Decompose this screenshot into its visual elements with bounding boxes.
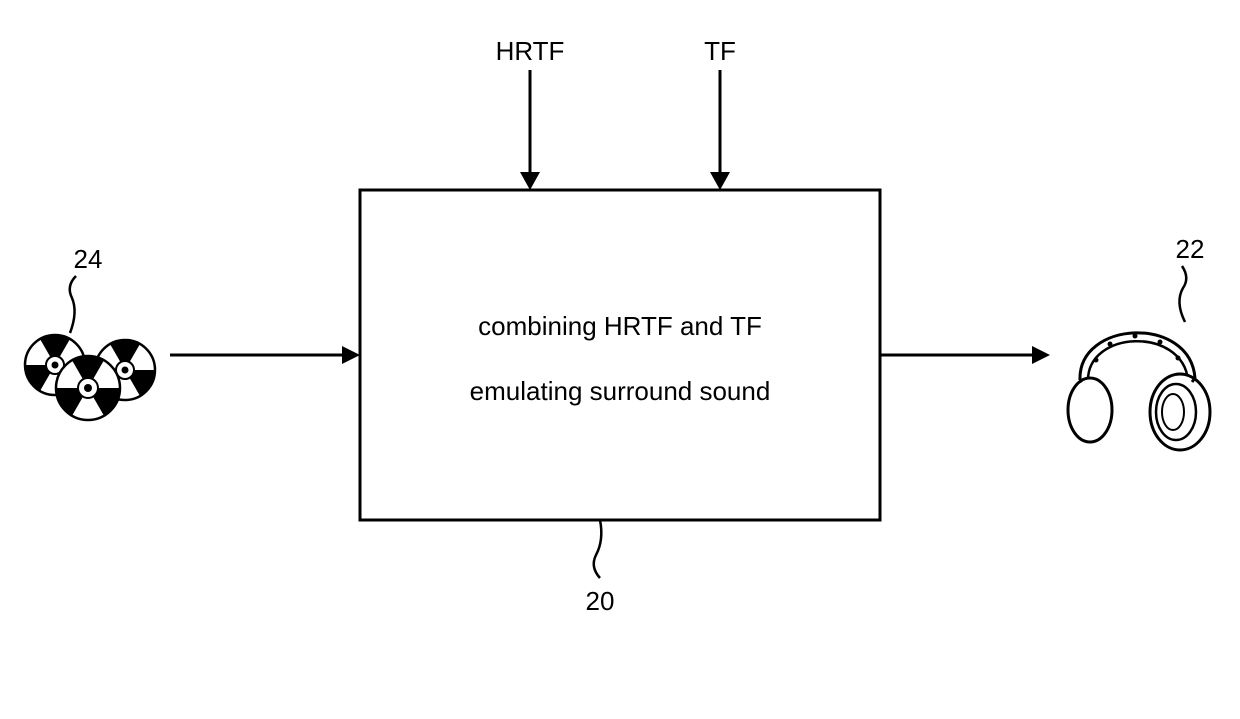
arrow-source-to-box xyxy=(170,346,360,364)
ref-box-label: 20 xyxy=(586,586,615,616)
box-text-line2: emulating surround sound xyxy=(470,376,771,406)
processing-block: combining HRTF and TF emulating surround… xyxy=(360,190,880,520)
input-hrtf: HRTF xyxy=(496,36,565,190)
ref-box: 20 xyxy=(586,520,615,616)
headphones-icon xyxy=(1068,333,1210,450)
hrtf-label: HRTF xyxy=(496,36,565,66)
tf-label: TF xyxy=(704,36,736,66)
arrow-box-to-headphones xyxy=(880,346,1050,364)
diagram-canvas: combining HRTF and TF emulating surround… xyxy=(0,0,1240,719)
ref-source-label: 24 xyxy=(74,244,103,274)
audio-source-icon xyxy=(25,335,155,420)
box-text-line1: combining HRTF and TF xyxy=(478,311,762,341)
input-tf: TF xyxy=(704,36,736,190)
ref-source: 24 xyxy=(70,244,103,333)
ref-headphones: 22 xyxy=(1176,234,1205,322)
ref-headphones-label: 22 xyxy=(1176,234,1205,264)
